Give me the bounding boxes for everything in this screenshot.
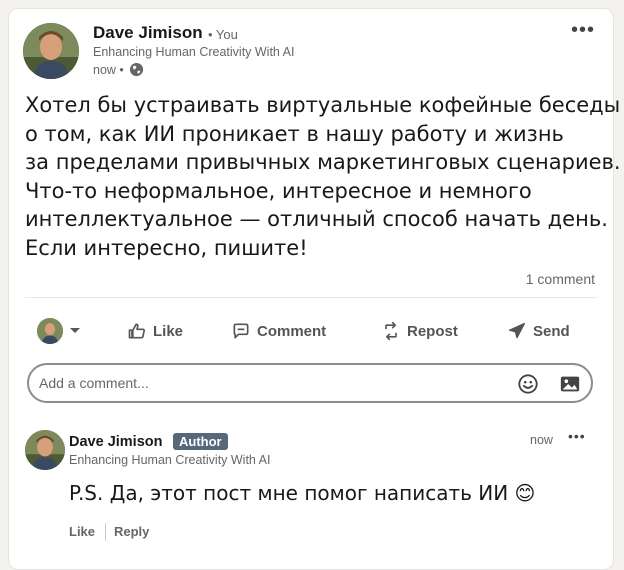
comment-button[interactable]: Comment — [231, 315, 326, 347]
send-label: Send — [533, 322, 570, 340]
reply-author-avatar[interactable] — [25, 430, 65, 470]
repost-label: Repost — [407, 322, 458, 340]
small-avatar — [37, 318, 63, 344]
author-name[interactable]: Dave Jimison — [93, 23, 203, 43]
post-line: за пределами привычных маркетинговых сце… — [25, 150, 621, 174]
author-avatar[interactable] — [23, 23, 79, 79]
caret-down-icon — [69, 327, 81, 335]
globe-icon — [129, 62, 144, 80]
reply-text: P.S. Да, этот пост мне помог написать ИИ… — [69, 481, 536, 505]
post-time: now • — [93, 62, 144, 80]
post-line: Если интересно, пишите! — [25, 235, 308, 260]
send-icon — [507, 321, 527, 341]
comment-input[interactable]: Add a comment... — [27, 363, 593, 403]
comment-count-link[interactable]: 1 comment — [526, 271, 595, 287]
post-line: интеллектуальное — отличный способ начат… — [25, 207, 608, 231]
thumbs-up-icon — [127, 321, 147, 341]
comment-icon — [231, 321, 251, 341]
reply-button[interactable]: Reply — [114, 524, 149, 539]
post-time-text: now • — [93, 63, 124, 77]
comment-input-placeholder[interactable]: Add a comment... — [39, 375, 149, 391]
reply-time: now — [530, 433, 553, 447]
image-icon[interactable] — [559, 373, 581, 400]
post-line: о том, как ИИ проникает в нашу работу и … — [25, 121, 564, 146]
like-button[interactable]: Like — [127, 315, 183, 347]
author-badge: Author — [173, 433, 228, 450]
like-label: Like — [153, 322, 184, 340]
send-button[interactable]: Send — [507, 315, 570, 347]
repost-icon — [381, 321, 401, 341]
post-body: Хотел бы устраивать виртуальные кофейные… — [25, 91, 621, 262]
reply-author-name[interactable]: Dave Jimison — [69, 434, 163, 450]
reaction-avatar-selector[interactable] — [37, 315, 81, 347]
divider — [25, 297, 597, 298]
author-headline: Enhancing Human Creativity With AI — [93, 45, 295, 59]
post-card: Dave Jimison • You Enhancing Human Creat… — [8, 8, 621, 570]
emoji-icon[interactable] — [517, 373, 539, 400]
author-tag: • You — [208, 27, 238, 42]
reply-more-menu-icon[interactable]: ••• — [568, 428, 586, 444]
reply-author-headline: Enhancing Human Creativity With AI — [69, 453, 271, 467]
divider — [105, 523, 106, 541]
post-more-menu-icon[interactable]: ••• — [571, 19, 595, 42]
repost-button[interactable]: Repost — [381, 315, 458, 347]
reply-like-button[interactable]: Like — [69, 524, 95, 539]
post-line: Что-то неформальное, интересное и немног… — [25, 178, 532, 203]
comment-label: Comment — [257, 322, 327, 340]
post-line: Хотел бы устраивать виртуальные кофейные… — [25, 93, 621, 117]
